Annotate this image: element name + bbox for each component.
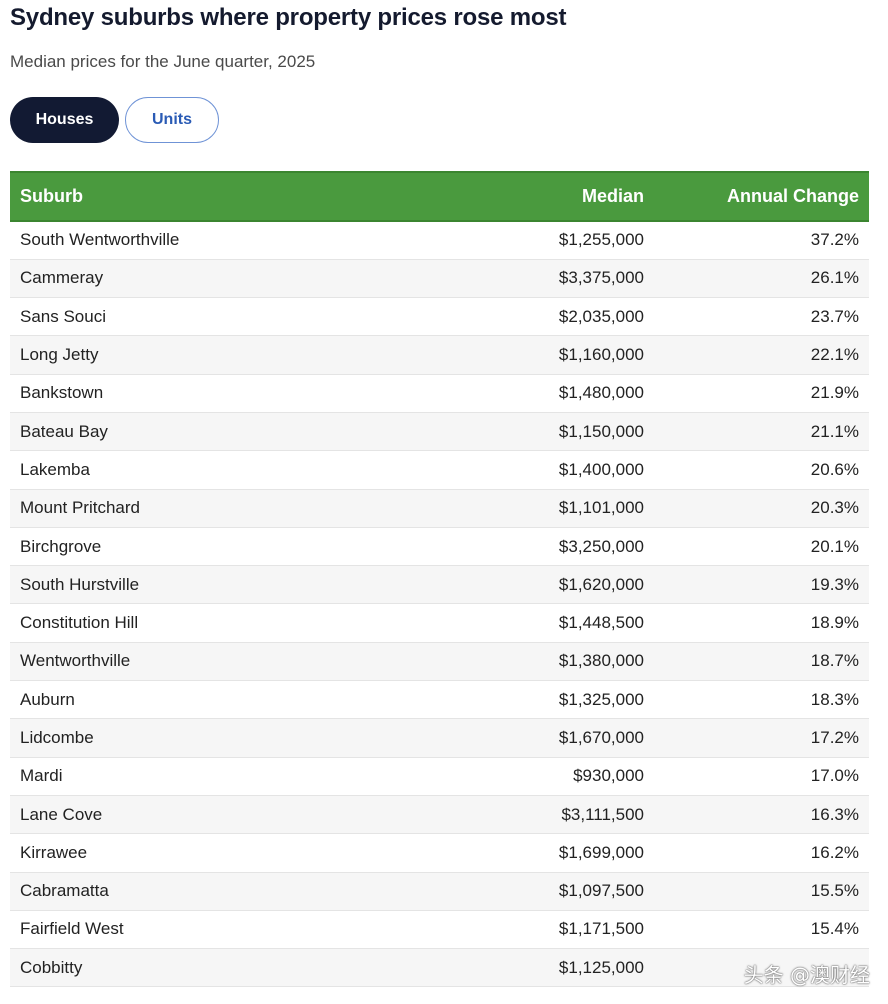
cell-median: $3,250,000 [450, 527, 654, 567]
table-row: Bateau Bay $1,150,000 21.1% [10, 412, 869, 452]
cell-median: $1,400,000 [450, 450, 654, 490]
cell-suburb: Bateau Bay [10, 412, 450, 452]
page-title: Sydney suburbs where property prices ros… [10, 4, 567, 31]
tab-houses[interactable]: Houses [10, 97, 119, 143]
cell-median: $1,160,000 [450, 335, 654, 375]
cell-suburb: Auburn [10, 680, 450, 720]
cell-median: $1,171,500 [450, 910, 654, 950]
source-watermark: 头条 @澳财经 [743, 963, 870, 987]
table-row: Lakemba $1,400,000 20.6% [10, 450, 869, 490]
cell-median: $2,035,000 [450, 297, 654, 337]
cell-median: $1,448,500 [450, 603, 654, 643]
tab-units[interactable]: Units [125, 97, 219, 143]
cell-suburb: Fairfield West [10, 910, 450, 950]
cell-suburb: Lidcombe [10, 718, 450, 758]
cell-annual-change: 18.3% [654, 680, 869, 720]
cell-suburb: Mardi [10, 757, 450, 796]
cell-suburb: Long Jetty [10, 335, 450, 375]
cell-annual-change: 17.0% [654, 757, 869, 796]
cell-suburb: Mount Pritchard [10, 489, 450, 528]
table-row: Auburn $1,325,000 18.3% [10, 680, 869, 720]
cell-median: $1,480,000 [450, 374, 654, 413]
table-row: South Hurstville $1,620,000 19.3% [10, 565, 869, 605]
table-row: Birchgrove $3,250,000 20.1% [10, 527, 869, 567]
table-row: Fairfield West $1,171,500 15.4% [10, 910, 869, 950]
table-row: Lane Cove $3,111,500 16.3% [10, 795, 869, 835]
cell-median: $1,125,000 [450, 948, 654, 988]
table-header-row: Suburb Median Annual Change [10, 171, 869, 222]
column-header-annual-change[interactable]: Annual Change [654, 171, 869, 222]
cell-suburb: Lakemba [10, 450, 450, 490]
table-row: Bankstown $1,480,000 21.9% [10, 374, 869, 413]
cell-annual-change: 21.1% [654, 412, 869, 452]
price-table: Suburb Median Annual Change South Wentwo… [10, 171, 869, 988]
cell-median: $3,375,000 [450, 259, 654, 299]
cell-suburb: South Hurstville [10, 565, 450, 605]
cell-annual-change: 16.3% [654, 795, 869, 835]
cell-annual-change: 17.2% [654, 718, 869, 758]
cell-suburb: Cammeray [10, 259, 450, 299]
cell-suburb: Wentworthville [10, 642, 450, 682]
page-subtitle: Median prices for the June quarter, 2025 [10, 52, 316, 71]
cell-annual-change: 20.3% [654, 489, 869, 528]
cell-annual-change: 19.3% [654, 565, 869, 605]
table-row: Sans Souci $2,035,000 23.7% [10, 297, 869, 337]
table-row: Mardi $930,000 17.0% [10, 757, 869, 796]
cell-suburb: South Wentworthville [10, 221, 450, 260]
table-row: Constitution Hill $1,448,500 18.9% [10, 603, 869, 643]
cell-suburb: Cabramatta [10, 872, 450, 911]
cell-annual-change: 37.2% [654, 221, 869, 260]
table-row: Wentworthville $1,380,000 18.7% [10, 642, 869, 682]
cell-annual-change: 15.5% [654, 872, 869, 911]
cell-median: $1,097,500 [450, 872, 654, 911]
cell-annual-change: 18.7% [654, 642, 869, 682]
table-row: Cabramatta $1,097,500 15.5% [10, 872, 869, 911]
cell-annual-change: 22.1% [654, 335, 869, 375]
cell-median: $1,380,000 [450, 642, 654, 682]
cell-median: $1,620,000 [450, 565, 654, 605]
cell-suburb: Constitution Hill [10, 603, 450, 643]
cell-suburb: Kirrawee [10, 833, 450, 873]
table-row: Cammeray $3,375,000 26.1% [10, 259, 869, 299]
cell-suburb: Birchgrove [10, 527, 450, 567]
column-header-median[interactable]: Median [450, 171, 654, 222]
table-row: Mount Pritchard $1,101,000 20.3% [10, 489, 869, 528]
table-body: South Wentworthville $1,255,000 37.2% Ca… [10, 221, 869, 988]
cell-annual-change: 18.9% [654, 603, 869, 643]
cell-median: $1,699,000 [450, 833, 654, 873]
table-row: South Wentworthville $1,255,000 37.2% [10, 221, 869, 260]
table-row: Lidcombe $1,670,000 17.2% [10, 718, 869, 758]
property-type-tabs: Houses Units [10, 97, 219, 143]
cell-annual-change: 15.4% [654, 910, 869, 950]
cell-annual-change: 21.9% [654, 374, 869, 413]
table-row: Cobbitty $1,125,000 [10, 948, 869, 988]
cell-median: $1,325,000 [450, 680, 654, 720]
cell-annual-change: 23.7% [654, 297, 869, 337]
cell-annual-change: 20.6% [654, 450, 869, 490]
price-table-container: Suburb Median Annual Change South Wentwo… [10, 171, 869, 988]
cell-median: $3,111,500 [450, 795, 654, 835]
cell-suburb: Bankstown [10, 374, 450, 413]
cell-median: $1,255,000 [450, 221, 654, 260]
cell-suburb: Sans Souci [10, 297, 450, 337]
cell-median: $930,000 [450, 757, 654, 796]
table-header: Suburb Median Annual Change [10, 171, 869, 222]
cell-annual-change: 16.2% [654, 833, 869, 873]
cell-median: $1,670,000 [450, 718, 654, 758]
cell-median: $1,150,000 [450, 412, 654, 452]
cell-annual-change: 20.1% [654, 527, 869, 567]
table-row: Long Jetty $1,160,000 22.1% [10, 335, 869, 375]
cell-suburb: Cobbitty [10, 948, 450, 988]
table-row: Kirrawee $1,699,000 16.2% [10, 833, 869, 873]
cell-suburb: Lane Cove [10, 795, 450, 835]
column-header-suburb[interactable]: Suburb [10, 171, 450, 222]
cell-median: $1,101,000 [450, 489, 654, 528]
cell-annual-change: 26.1% [654, 259, 869, 299]
